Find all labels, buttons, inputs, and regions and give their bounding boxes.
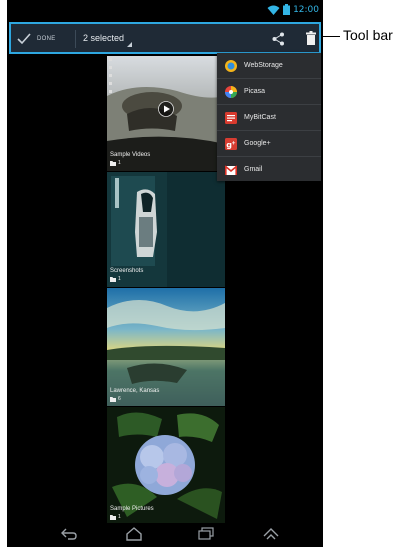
trash-icon[interactable] xyxy=(306,31,316,45)
menu-item-picasa[interactable]: Picasa xyxy=(217,79,321,104)
mybitcast-icon xyxy=(225,111,237,124)
gmail-icon xyxy=(225,164,237,175)
share-icon[interactable] xyxy=(272,32,285,46)
menu-item-webstorage[interactable]: WebStorage xyxy=(217,53,321,78)
navigation-bar xyxy=(7,523,323,547)
album-screenshots[interactable]: Screenshots 1 xyxy=(107,172,225,287)
album-title: Sample Videos xyxy=(110,152,151,158)
status-bar: 12:00 xyxy=(7,0,323,22)
album-count-value: 1 xyxy=(118,160,121,166)
album-count: 1 xyxy=(110,514,121,520)
folder-icon xyxy=(110,160,116,166)
album-title: Screenshots xyxy=(110,268,144,274)
dropdown-corner-icon xyxy=(127,42,133,47)
album-title: Lawrence, Kansas xyxy=(110,388,160,394)
toolbar-divider xyxy=(75,30,76,48)
album-count: 1 xyxy=(110,160,121,166)
menu-item-mybitcast[interactable]: MyBitCast xyxy=(217,105,321,130)
check-icon xyxy=(17,33,31,45)
tool-bar: DONE 2 selected xyxy=(9,22,321,54)
callout-line xyxy=(323,36,340,37)
done-label: DONE xyxy=(37,36,56,42)
recent-apps-icon[interactable] xyxy=(197,527,215,541)
album-sample-pictures[interactable]: Sample Pictures 1 xyxy=(107,407,225,523)
done-button[interactable]: DONE xyxy=(17,29,56,49)
menu-item-label: WebStorage xyxy=(244,62,283,69)
selection-dropdown[interactable]: 2 selected xyxy=(83,30,133,50)
menu-item-google-plus[interactable]: g + Google+ xyxy=(217,131,321,156)
screenshot-icon[interactable] xyxy=(262,527,280,541)
battery-icon xyxy=(283,4,291,15)
menu-item-label: MyBitCast xyxy=(244,114,276,121)
selected-count-label: 2 selected xyxy=(83,33,125,43)
share-menu: WebStorage Picasa MyBitCast g + Google+ … xyxy=(217,53,321,181)
menu-item-label: Google+ xyxy=(244,140,271,147)
album-sample-videos[interactable]: Sample Videos 1 xyxy=(107,56,225,171)
album-title: Sample Pictures xyxy=(110,506,154,512)
tablet-screen: 12:00 DONE 2 selected Sample Videos 1 Sc… xyxy=(7,0,323,547)
webstorage-icon xyxy=(225,59,237,72)
google-plus-icon: g + xyxy=(225,137,237,150)
album-count-value: 6 xyxy=(118,396,121,402)
back-icon[interactable] xyxy=(60,527,78,541)
folder-icon xyxy=(110,396,116,402)
callout-label: Tool bar xyxy=(343,27,393,43)
wifi-icon xyxy=(267,5,280,15)
picasa-icon xyxy=(225,85,237,98)
menu-item-gmail[interactable]: Gmail xyxy=(217,157,321,182)
menu-item-label: Picasa xyxy=(244,88,266,95)
svg-text:+: + xyxy=(232,140,236,146)
folder-icon xyxy=(110,514,116,520)
album-count-value: 1 xyxy=(118,276,121,282)
album-count-value: 1 xyxy=(118,514,121,520)
folder-icon xyxy=(110,276,116,282)
album-count: 1 xyxy=(110,276,121,282)
album-lawrence-kansas[interactable]: Lawrence, Kansas 6 xyxy=(107,288,225,406)
album-count: 6 xyxy=(110,396,121,402)
menu-item-label: Gmail xyxy=(244,166,263,173)
status-time: 12:00 xyxy=(293,4,319,15)
play-icon[interactable] xyxy=(158,101,174,117)
home-icon[interactable] xyxy=(125,527,143,541)
